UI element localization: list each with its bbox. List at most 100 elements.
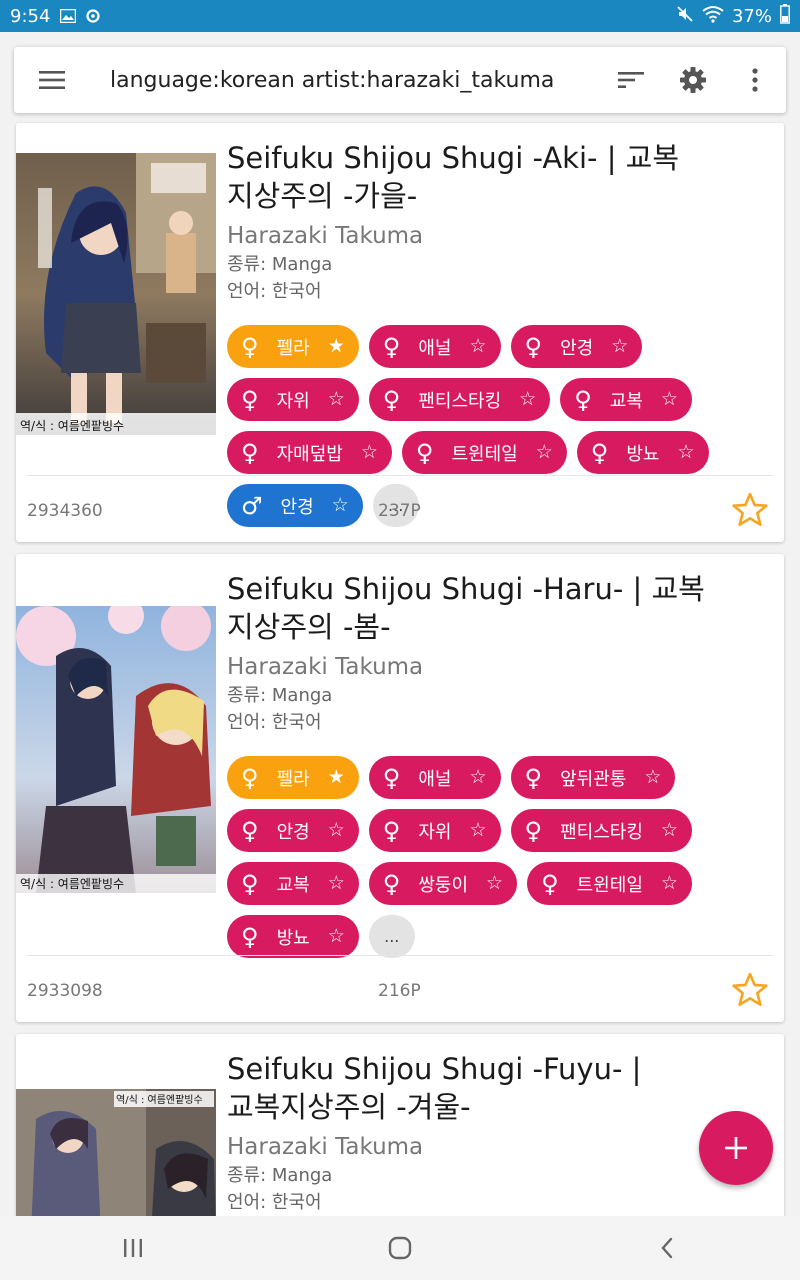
star-icon[interactable]: ☆ [328,927,345,946]
battery-icon [780,3,790,29]
tag-list: ♀ 펠라 ★ ♀ 애널 ☆ ♀ 앞뒤관통 ☆ ♀ 안경 ☆ ♀ 자위 ☆ ♀ 팬티스타킹 ☆ ♀ 교복 ☆ ♀ 쌍둥이 ☆ ♀ 트… [227,756,770,958]
female-symbol-icon: ♀ [382,385,401,414]
star-icon[interactable]: ☆ [361,443,378,462]
tag-chip[interactable]: ♀ 펠라 ★ [227,325,359,368]
gallery-type: 종류: Manga [227,685,333,706]
add-fab-button[interactable] [699,1111,773,1185]
gallery-notification-icon [60,9,77,23]
favorite-star-button[interactable] [730,490,770,530]
tag-chip[interactable]: ♀ 애널 ☆ [368,325,501,368]
gear-icon [680,67,706,93]
star-icon[interactable]: ☆ [469,768,486,787]
home-button[interactable] [340,1216,460,1280]
female-symbol-icon: ♀ [541,869,559,898]
page-count: 237P [378,501,421,521]
tag-chip[interactable]: ♀ 앞뒤관통 ☆ [510,756,676,799]
gallery-title-line: 지상주의 -봄- [227,610,391,644]
star-icon[interactable]: ☆ [332,496,349,515]
more-vert-icon [752,68,758,92]
gallery-card[interactable]: 역/식 : 여름엔팥빙수 Seifuku Shijou Shugi -Haru-… [16,554,784,1022]
gallery-card[interactable]: 역/식 : 여름엔팥빙수 Seifuku Shijou Shugi -Fuyu-… [16,1034,784,1234]
tag-chip[interactable]: ♀ 자매덮밥 ☆ [227,431,392,474]
cover-thumbnail[interactable]: 역/식 : 여름엔팥빙수 [16,153,216,435]
gallery-type: 종류: Manga [227,1165,333,1186]
tag-chip[interactable]: ♀ 방뇨 ☆ [227,915,359,958]
cover-thumbnail[interactable]: 역/식 : 여름엔팥빙수 [16,606,216,893]
search-query[interactable]: language:korean artist:harazaki_takuma [90,68,600,93]
gallery-artist[interactable]: Harazaki Takuma [227,1132,770,1162]
tag-label: 안경 [276,821,310,843]
star-icon[interactable]: ☆ [328,390,345,409]
star-icon[interactable]: ☆ [677,443,694,462]
tag-label: 트윈테일 [451,443,518,465]
back-button[interactable] [607,1216,727,1280]
search-bar: language:korean artist:harazaki_takuma [14,47,786,113]
star-icon[interactable]: ☆ [469,337,486,356]
star-icon [732,972,768,1006]
overflow-menu-button[interactable] [724,47,786,113]
tag-chip[interactable]: ♀ 트윈테일 ☆ [401,431,567,474]
star-icon[interactable]: ☆ [469,821,486,840]
tag-chip[interactable]: ♀ 펠라 ★ [227,756,359,799]
female-symbol-icon: ♀ [415,438,434,467]
gallery-info: Seifuku Shijou Shugi -Haru- | 교복 지상주의 -봄… [227,570,770,958]
cover-thumbnail[interactable]: 역/식 : 여름엔팥빙수 [16,1089,216,1234]
star-icon[interactable]: ☆ [486,874,503,893]
gallery-id: 2934360 [27,501,103,521]
gallery-title: Seifuku Shijou Shugi -Aki- | 교복 지상주의 -가을… [227,139,770,215]
tag-chip[interactable]: ♀ 트윈테일 ☆ [527,862,692,905]
female-symbol-icon: ♀ [574,385,592,414]
tag-chip[interactable]: ♂ 안경 ☆ [227,484,363,527]
star-icon[interactable]: ☆ [328,874,345,893]
star-icon[interactable]: ★ [328,337,345,356]
settings-button[interactable] [662,47,724,113]
star-icon[interactable]: ☆ [644,768,661,787]
back-icon [661,1237,672,1259]
gallery-title-line: 지상주의 -가을- [227,179,418,213]
tag-chip[interactable]: ♀ 교복 ☆ [560,378,692,421]
gallery-artist[interactable]: Harazaki Takuma [227,221,770,251]
gallery-language: 언어: 한국어 [227,1192,322,1213]
tag-chip[interactable]: ♀ 애널 ☆ [368,756,501,799]
star-icon[interactable]: ☆ [661,874,678,893]
gallery-info: Seifuku Shijou Shugi -Aki- | 교복 지상주의 -가을… [227,139,770,527]
more-tags-button[interactable]: ... [368,915,415,958]
gallery-title-line: Seifuku Shijou Shugi -Haru- | 교복 [227,572,705,606]
star-icon[interactable]: ☆ [328,821,345,840]
star-icon[interactable]: ☆ [661,821,678,840]
star-icon[interactable]: ☆ [661,390,678,409]
tag-label: 자위 [418,821,452,843]
tag-chip[interactable]: ♀ 쌍둥이 ☆ [368,862,518,905]
tag-chip[interactable]: ♀ 교복 ☆ [227,862,359,905]
tag-chip[interactable]: ♀ 팬티스타킹 ☆ [510,809,692,852]
tag-label: 앞뒤관통 [560,768,627,790]
tag-label: 쌍둥이 [418,874,469,896]
female-symbol-icon: ♀ [524,763,543,792]
tag-label: 자위 [276,390,310,412]
tag-chip[interactable]: ♀ 안경 ☆ [510,325,643,368]
female-symbol-icon: ♀ [241,438,259,467]
star-icon[interactable]: ★ [328,768,345,787]
star-icon[interactable]: ☆ [519,390,536,409]
female-symbol-icon: ♀ [241,763,259,792]
gallery-card[interactable]: 역/식 : 여름엔팥빙수 Seifuku Shijou Shugi -Aki- … [16,123,784,542]
sort-button[interactable] [600,47,662,113]
tag-chip[interactable]: ♀ 방뇨 ☆ [576,431,709,474]
gallery-artist[interactable]: Harazaki Takuma [227,652,770,682]
gallery-language: 언어: 한국어 [227,281,322,302]
tag-chip[interactable]: ♀ 안경 ☆ [227,809,359,852]
gallery-title: Seifuku Shijou Shugi -Fuyu- | 교복지상주의 -겨울… [227,1050,770,1126]
tag-list: ♀ 펠라 ★ ♀ 애널 ☆ ♀ 안경 ☆ ♀ 자위 ☆ ♀ 팬티스타킹 ☆ ♀ 교복 ☆ ♀ 자매덮밥 ☆ ♀ 트윈테일 ☆ ♀… [227,325,770,527]
star-icon[interactable]: ☆ [536,443,553,462]
plus-icon [725,1137,747,1159]
tag-chip[interactable]: ♀ 자위 ☆ [368,809,501,852]
tag-chip[interactable]: ♀ 팬티스타킹 ☆ [368,378,551,421]
menu-button[interactable] [14,47,90,113]
tag-chip[interactable]: ♀ 자위 ☆ [227,378,359,421]
star-icon[interactable]: ☆ [611,337,628,356]
recents-button[interactable] [73,1216,193,1280]
female-symbol-icon: ♀ [241,922,259,951]
card-divider [27,475,773,476]
female-symbol-icon: ♀ [241,332,259,361]
favorite-star-button[interactable] [730,970,770,1010]
